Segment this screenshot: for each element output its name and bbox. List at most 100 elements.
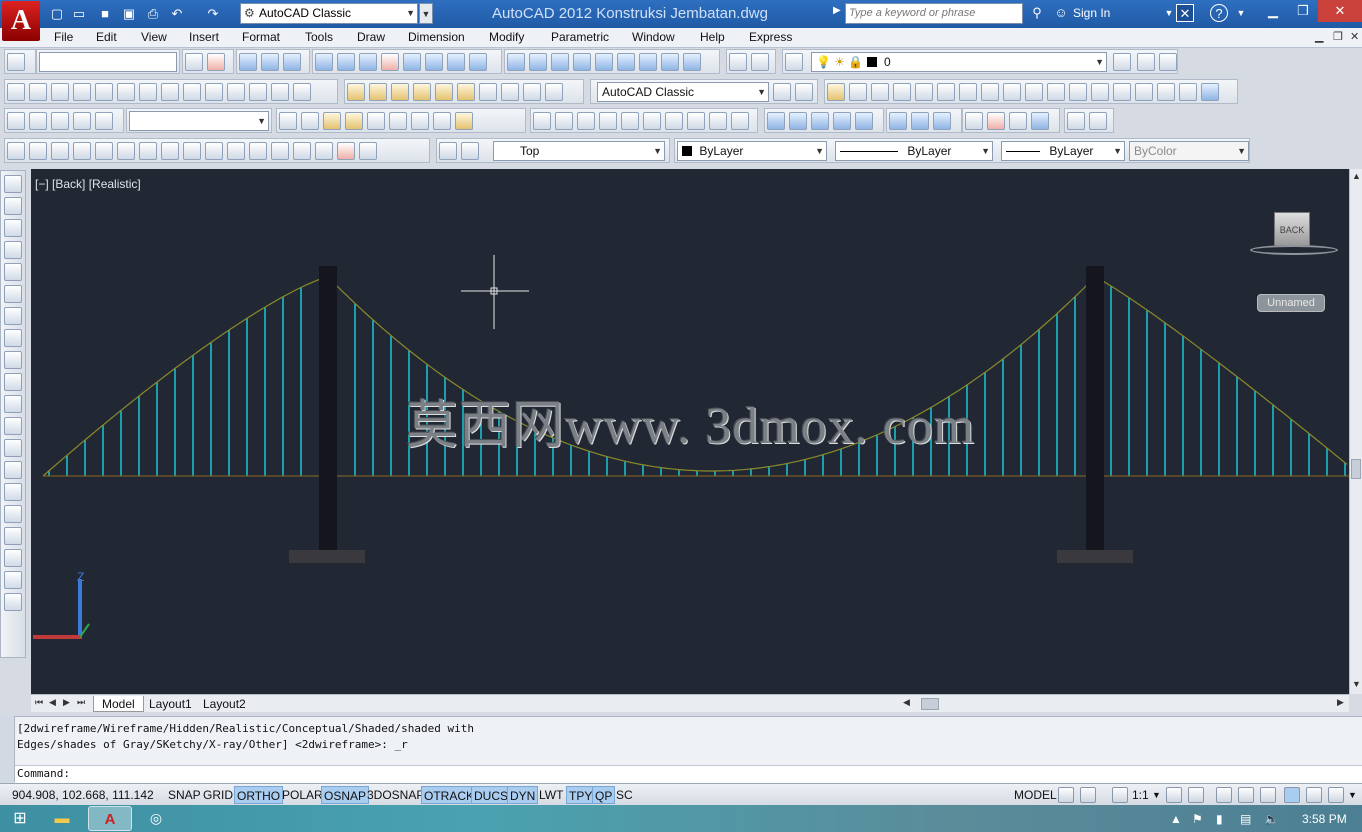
extrude-faces-icon[interactable] <box>315 53 333 71</box>
attribute-sync-icon[interactable] <box>411 112 429 130</box>
baseline-icon[interactable] <box>205 83 223 101</box>
add-selected-icon[interactable] <box>4 593 22 611</box>
snap-midpoint-icon[interactable] <box>73 142 91 160</box>
sign-in-link[interactable]: Sign In <box>1073 6 1110 20</box>
multiline-text-icon[interactable] <box>4 571 22 589</box>
3dosnap-toggle[interactable]: 3DOSNAP <box>365 786 426 804</box>
subtract-icon[interactable] <box>261 53 279 71</box>
zoom-realtime-icon[interactable] <box>29 112 47 130</box>
radius-icon[interactable] <box>95 83 113 101</box>
extrude-face-icon[interactable] <box>501 83 519 101</box>
color-combo[interactable]: ByLayer ▼ <box>677 141 827 161</box>
loft-icon[interactable] <box>855 112 873 130</box>
windows-start-button[interactable]: ⊞ <box>2 806 38 831</box>
imprint-icon[interactable] <box>507 53 525 71</box>
blend-icon[interactable] <box>1179 83 1197 101</box>
menu-edit[interactable]: Edit <box>96 30 117 44</box>
show-hidden-icons[interactable]: ▲ <box>1170 812 1182 826</box>
smooth-less-icon[interactable] <box>391 83 409 101</box>
3d-array-icon[interactable] <box>1031 112 1049 130</box>
erase-icon[interactable] <box>827 83 845 101</box>
quick-access-customize-button[interactable]: ▼ <box>419 3 433 24</box>
clean-screen-icon[interactable] <box>1328 787 1344 803</box>
minimize-button[interactable]: ▁ <box>1258 0 1288 22</box>
temp-track-icon[interactable] <box>7 142 25 160</box>
layer-match-icon[interactable] <box>1137 53 1155 71</box>
gradient-icon[interactable] <box>4 505 22 523</box>
extend-icon[interactable] <box>1047 83 1065 101</box>
3d-align-icon[interactable] <box>1009 112 1027 130</box>
torus-icon[interactable] <box>665 112 683 130</box>
network-icon[interactable]: ▤ <box>1240 812 1251 826</box>
menu-parametric[interactable]: Parametric <box>551 30 609 44</box>
sweep-icon[interactable] <box>811 112 829 130</box>
planar-surface-icon[interactable] <box>731 112 749 130</box>
diameter-icon[interactable] <box>139 83 157 101</box>
jogged-icon[interactable] <box>117 83 135 101</box>
menu-draw[interactable]: Draw <box>357 30 385 44</box>
workspace-combo[interactable]: AutoCAD Classic ▼ <box>597 82 769 102</box>
tpy-toggle[interactable]: TPY <box>566 786 596 804</box>
close-button[interactable]: ✕ <box>1318 0 1362 22</box>
ducs-toggle[interactable]: DUCS <box>471 786 512 804</box>
3d-rotate-icon[interactable] <box>987 112 1005 130</box>
split-face-icon[interactable] <box>479 83 497 101</box>
check-icon[interactable] <box>595 53 613 71</box>
section-icon[interactable] <box>683 53 701 71</box>
fillet-icon[interactable] <box>1157 83 1175 101</box>
helix-icon[interactable] <box>709 112 727 130</box>
snap-nearest-icon[interactable] <box>315 142 333 160</box>
help-icon[interactable]: ? <box>1210 4 1228 22</box>
volume-icon[interactable]: 🔈 <box>1264 812 1279 826</box>
revision-cloud-icon[interactable] <box>4 329 22 347</box>
move-faces-icon[interactable] <box>337 53 355 71</box>
scroll-right-icon[interactable]: ▶ <box>1337 697 1344 708</box>
menu-modify[interactable]: Modify <box>489 30 524 44</box>
menu-dimension[interactable]: Dimension <box>408 30 465 44</box>
array-icon[interactable] <box>915 83 933 101</box>
vertical-scrollbar[interactable]: ▲ ▼ <box>1349 169 1362 694</box>
autocad-taskbar-button[interactable]: A <box>88 806 132 831</box>
ellipse-icon[interactable] <box>4 373 22 391</box>
match-properties-icon[interactable] <box>7 53 25 71</box>
first-tab-icon[interactable]: ⏮ <box>35 697 43 708</box>
arc-icon[interactable] <box>4 285 22 303</box>
slice-icon[interactable] <box>661 53 679 71</box>
snap-endpoint-icon[interactable] <box>51 142 69 160</box>
save-icon[interactable]: ■ <box>96 5 114 23</box>
drawing-viewport[interactable]: Z [−] [Back] [Realistic] 莫西网www. 3dmox. … <box>31 169 1349 694</box>
break-icon[interactable] <box>1091 83 1109 101</box>
horizontal-scrollbar[interactable]: ◀ ▶ <box>901 697 1344 711</box>
ortho-toggle[interactable]: ORTHO <box>234 786 284 804</box>
presspull-icon[interactable] <box>789 112 807 130</box>
snap-node-icon[interactable] <box>293 142 311 160</box>
group-icon[interactable] <box>185 53 203 71</box>
zoom-previous-icon[interactable] <box>73 112 91 130</box>
power-icon[interactable]: ▮ <box>1216 812 1223 826</box>
hardware-acceleration-icon[interactable] <box>1260 787 1276 803</box>
annotation-scale-icon[interactable] <box>1112 787 1128 803</box>
ucs-menu-button[interactable]: Unnamed <box>1257 294 1325 312</box>
viewcube[interactable]: BACK <box>1274 212 1310 246</box>
add-crease-icon[interactable] <box>435 83 453 101</box>
search-input[interactable]: Type a keyword or phrase <box>845 3 1023 24</box>
snap-apparent-icon[interactable] <box>117 142 135 160</box>
snap-none-icon[interactable] <box>337 142 355 160</box>
edit-spline-icon[interactable] <box>345 112 363 130</box>
draw-order-icon[interactable] <box>279 112 297 130</box>
pyramid-icon[interactable] <box>687 112 705 130</box>
annotation-scale-value[interactable]: 1:1 <box>1130 786 1151 804</box>
snap-extension-icon[interactable] <box>139 142 157 160</box>
spline-icon[interactable] <box>4 351 22 369</box>
doc-minimize-button[interactable]: ▁ <box>1315 30 1323 43</box>
clean-icon[interactable] <box>529 53 547 71</box>
color-faces-icon[interactable] <box>469 53 487 71</box>
tab-layout1[interactable]: Layout1 <box>141 696 200 712</box>
layer-states-icon[interactable] <box>729 53 747 71</box>
ordinate-icon[interactable] <box>73 83 91 101</box>
prev-tab-icon[interactable]: ◀ <box>49 697 56 708</box>
intersect-icon[interactable] <box>933 112 951 130</box>
polysolid-icon[interactable] <box>533 112 551 130</box>
copy-faces-icon[interactable] <box>447 53 465 71</box>
rectangle-icon[interactable] <box>4 263 22 281</box>
